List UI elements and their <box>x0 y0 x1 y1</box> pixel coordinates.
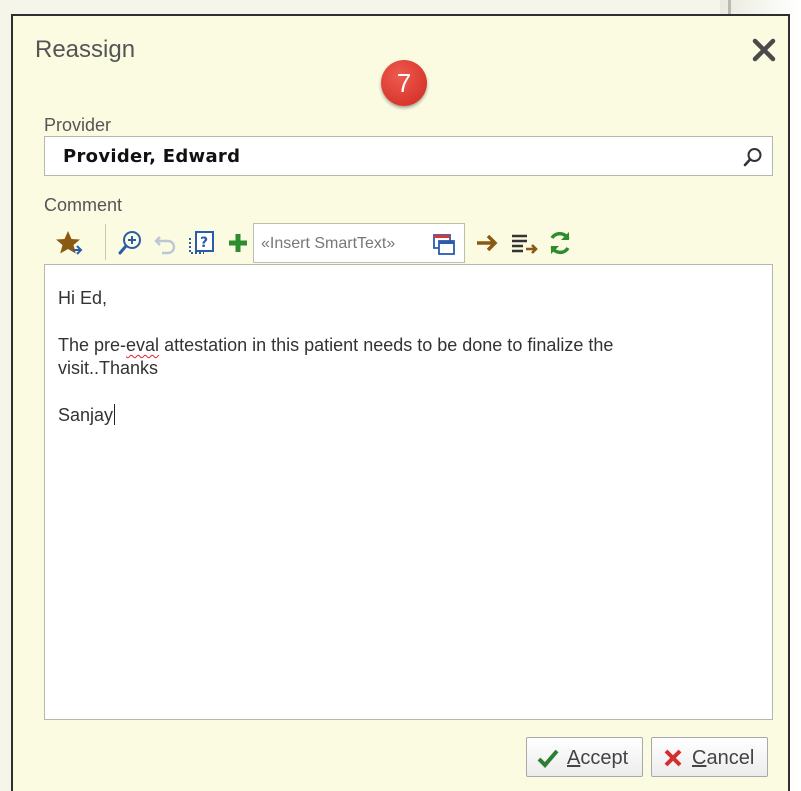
accept-button[interactable]: Accept <box>526 737 643 777</box>
checkmark-icon <box>537 749 559 768</box>
toolbar-separator <box>105 224 106 260</box>
smarttext-field[interactable]: «Insert SmartText» <box>253 223 465 263</box>
step-badge: 7 <box>381 60 427 106</box>
favorites-star-icon[interactable] <box>53 228 83 258</box>
smartphrase-help-icon[interactable]: ? <box>187 228 217 258</box>
cancel-label: Cancel <box>692 747 755 769</box>
comment-body-line-1: The pre-eval attestation in this patient… <box>58 335 613 356</box>
smarttext-placeholder: «Insert SmartText» <box>261 235 396 252</box>
svg-text:?: ? <box>200 235 208 251</box>
misspelled-word: eval <box>126 335 160 355</box>
comment-signature: Sanjay <box>58 405 114 425</box>
refresh-icon[interactable] <box>545 228 575 258</box>
comment-signature-line: Sanjay <box>58 404 116 426</box>
provider-label: Provider <box>44 115 112 135</box>
insert-list-icon[interactable] <box>509 228 539 258</box>
provider-field[interactable]: Provider, Edward <box>44 136 773 176</box>
comment-body-line-2: visit..Thanks <box>58 358 159 378</box>
accept-label: Accept <box>567 747 629 769</box>
comment-greeting: Hi Ed, <box>58 288 108 308</box>
provider-value: Provider, Edward <box>63 146 241 167</box>
dialog-title: Reassign <box>35 36 136 63</box>
comment-label: Comment <box>44 195 123 215</box>
cancel-button[interactable]: Cancel <box>651 737 768 777</box>
zoom-in-icon[interactable] <box>115 228 145 258</box>
comment-toolbar: ? «Insert SmartText» <box>53 222 613 264</box>
search-icon[interactable] <box>742 146 764 168</box>
next-arrow-icon[interactable] <box>473 228 503 258</box>
undo-icon[interactable] <box>151 228 181 258</box>
smarttext-lookup-icon[interactable] <box>432 232 456 256</box>
close-icon[interactable] <box>750 36 778 64</box>
comment-text: attestation in this patient needs to be … <box>159 335 614 355</box>
x-icon <box>664 749 682 767</box>
comment-text: The pre- <box>58 335 127 355</box>
reassign-dialog: Reassign 7 Provider Provider, Edward Com… <box>11 14 790 791</box>
text-caret <box>114 404 116 425</box>
comment-textarea[interactable]: Hi Ed, The pre-eval attestation in this … <box>44 264 773 720</box>
add-icon[interactable] <box>223 228 253 258</box>
